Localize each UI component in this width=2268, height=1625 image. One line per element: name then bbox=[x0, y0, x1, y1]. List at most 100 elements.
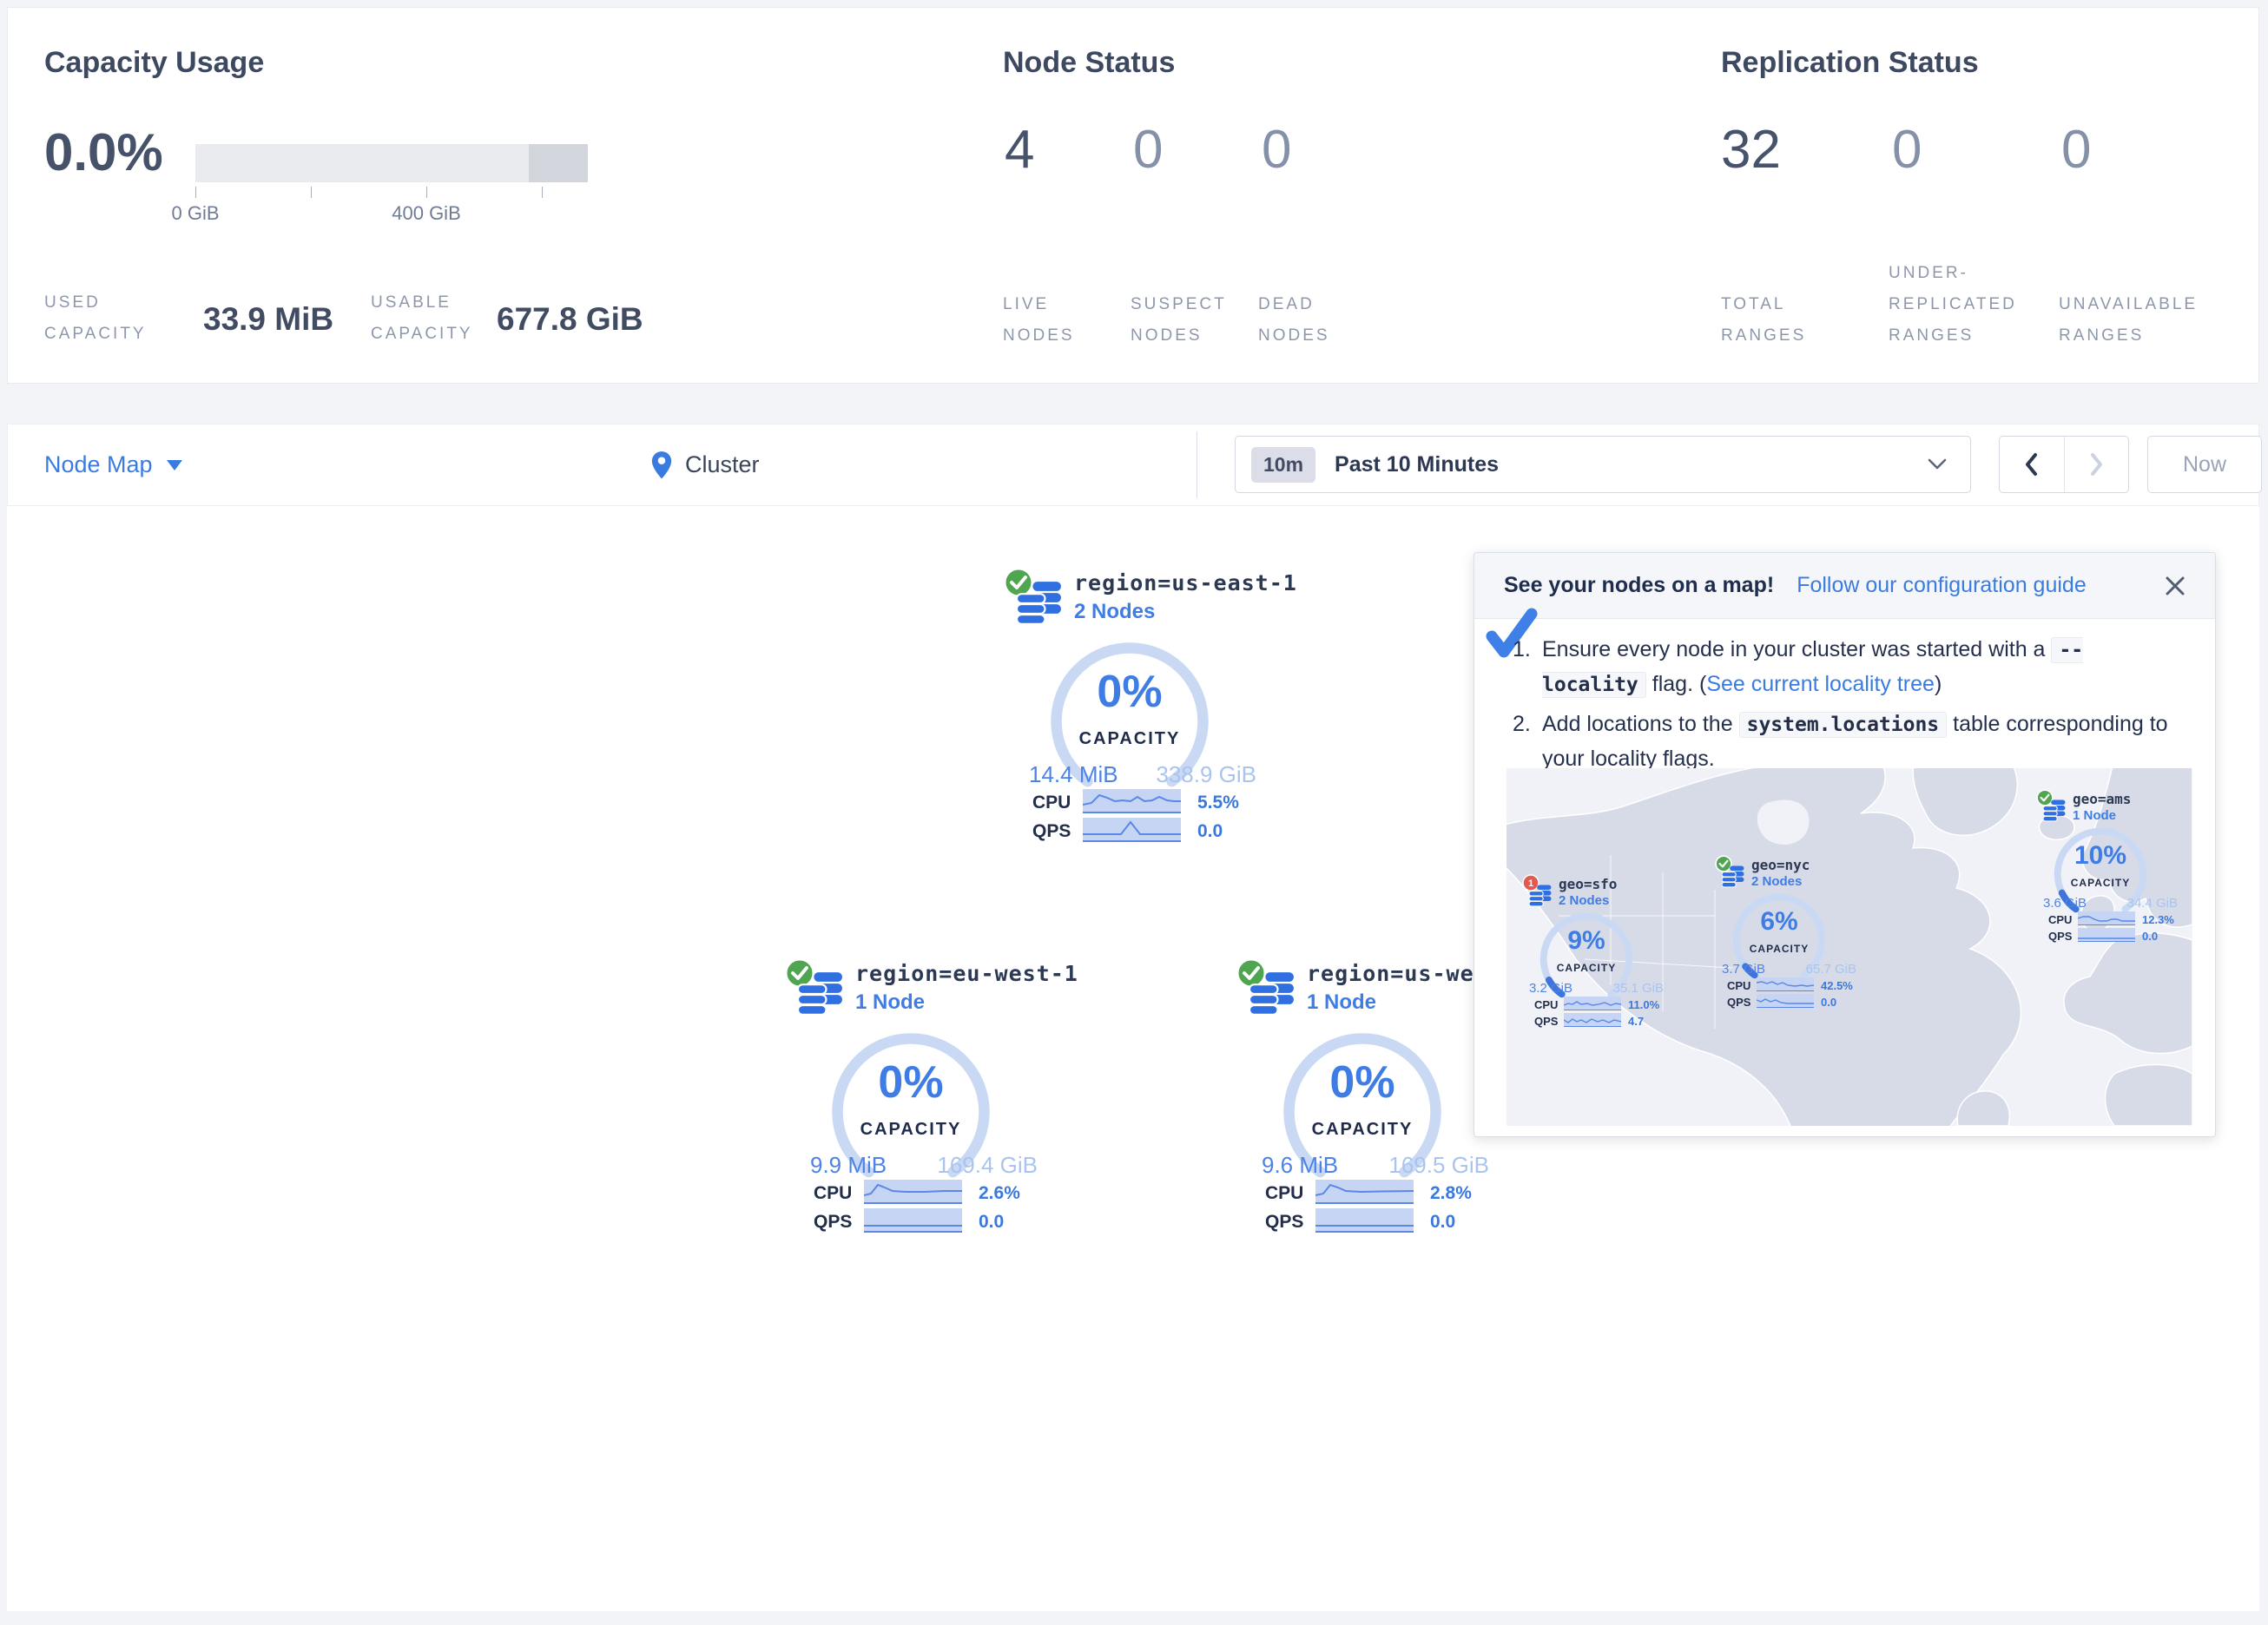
system-locations-code: system.locations bbox=[1739, 712, 1948, 738]
capacity-label: CAPACITY bbox=[1279, 1120, 1446, 1140]
live-nodes-label: LIVE NODES bbox=[1003, 289, 1075, 352]
setup-step-2: 2. Add locations to thesystem.locationst… bbox=[1513, 707, 2190, 776]
step-forward-button[interactable] bbox=[2065, 437, 2129, 492]
setup-step-1: 1. Ensure every node in your cluster was… bbox=[1513, 633, 2190, 702]
capacity-usage-bar bbox=[195, 144, 588, 182]
cpu-sparkline bbox=[1315, 1180, 1414, 1204]
chevron-left-icon bbox=[2022, 451, 2041, 477]
locality-geo-ams[interactable]: geo=ams 1 Node 10% CAPACITY 3.6 GiB 34.4… bbox=[2036, 787, 2188, 948]
capacity-usage-title: Capacity Usage bbox=[44, 46, 264, 80]
locality-tree-link[interactable]: See current locality tree bbox=[1706, 672, 1935, 696]
capacity-percent: 9% bbox=[1538, 926, 1635, 956]
total-ranges-label: TOTAL RANGES bbox=[1721, 289, 1806, 352]
used-capacity: 9.6 MiB bbox=[1262, 1152, 1338, 1179]
capacity-percent: 0.0% bbox=[44, 122, 163, 182]
total-capacity: 65.7 GiB bbox=[1780, 962, 1856, 977]
locality-nodes-link[interactable]: 1 Node bbox=[2073, 808, 2116, 823]
locality-geo-sfo[interactable]: 1 geo=sfo 2 Nodes 9% CAPACITY 3.2 GiB 35… bbox=[1522, 872, 1674, 1033]
used-capacity: 9.9 MiB bbox=[810, 1152, 887, 1179]
used-capacity-value: 33.9 MiB bbox=[203, 301, 333, 338]
time-range-label: Past 10 Minutes bbox=[1335, 452, 1499, 477]
cpu-label: CPU bbox=[1032, 793, 1071, 813]
qps-label: QPS bbox=[2048, 930, 2072, 943]
axis-tick bbox=[426, 187, 427, 198]
bottom-strip bbox=[0, 1611, 2268, 1625]
now-button[interactable]: Now bbox=[2147, 436, 2262, 493]
setup-steps: 1. Ensure every node in your cluster was… bbox=[1513, 633, 2190, 781]
used-capacity-label: USED CAPACITY bbox=[44, 287, 147, 350]
time-step-arrows bbox=[1999, 436, 2129, 493]
qps-sparkline bbox=[864, 1208, 962, 1233]
used-capacity: 3.6 GiB bbox=[2043, 896, 2087, 911]
usable-capacity-value: 677.8 GiB bbox=[497, 301, 643, 338]
breadcrumb-label: Cluster bbox=[685, 451, 760, 478]
region-name: region=us-east-1 bbox=[1074, 570, 1297, 595]
axis-tick bbox=[542, 187, 543, 198]
capacity-percent: 0% bbox=[827, 1056, 994, 1109]
database-stack-icon bbox=[1722, 865, 1744, 888]
view-selector-dropdown[interactable]: Node Map bbox=[44, 424, 182, 505]
node-status-title: Node Status bbox=[1003, 46, 1175, 80]
unavailable-label: UNAVAILABLE RANGES bbox=[2059, 289, 2198, 352]
cpu-sparkline bbox=[2078, 911, 2135, 925]
step-text: Ensure every node in your cluster was st… bbox=[1542, 633, 2190, 702]
chevron-down-icon bbox=[1927, 457, 1948, 471]
capacity-label: CAPACITY bbox=[2052, 877, 2149, 889]
time-range-select[interactable]: 10m Past 10 Minutes bbox=[1235, 436, 1971, 493]
cluster-summary-card: Capacity Usage 0.0% 0 GiB 400 GiB USED C… bbox=[7, 7, 2259, 384]
dead-nodes-label: DEAD NODES bbox=[1258, 289, 1330, 352]
qps-label: QPS bbox=[1727, 996, 1750, 1009]
dead-nodes-count: 0 bbox=[1262, 119, 1291, 181]
qps-sparkline bbox=[1564, 1013, 1621, 1027]
locality-name: geo=ams bbox=[2073, 791, 2131, 807]
capacity-percent: 0% bbox=[1279, 1056, 1446, 1109]
total-capacity: 169.5 GiB bbox=[1357, 1152, 1489, 1179]
node-map-config-popup: See your nodes on a map! Follow our conf… bbox=[1474, 552, 2216, 1137]
region-nodes-link[interactable]: 1 Node bbox=[1307, 990, 1376, 1015]
cpu-value: 2.6% bbox=[979, 1183, 1020, 1204]
breadcrumb[interactable]: Cluster bbox=[650, 424, 760, 505]
axis-tick-label: 0 GiB bbox=[171, 202, 219, 225]
region-nodes-link[interactable]: 1 Node bbox=[855, 990, 925, 1015]
locality-name: geo=nyc bbox=[1751, 857, 1810, 873]
capacity-percent: 6% bbox=[1731, 907, 1828, 937]
qps-label: QPS bbox=[1265, 1212, 1303, 1233]
map-pin-icon bbox=[650, 451, 673, 480]
qps-value: 0.0 bbox=[1430, 1212, 1455, 1233]
time-range-badge: 10m bbox=[1251, 447, 1315, 483]
cpu-label: CPU bbox=[2048, 913, 2072, 926]
suspect-nodes-label: SUSPECT NODES bbox=[1131, 289, 1227, 352]
qps-sparkline bbox=[1315, 1208, 1414, 1233]
suspect-nodes-count: 0 bbox=[1133, 119, 1163, 181]
region-us-east-1[interactable]: region=us-east-1 2 Nodes 0% CAPACITY 14.… bbox=[1003, 560, 1263, 855]
step-text-part: Ensure every node in your cluster was st… bbox=[1542, 637, 2045, 661]
unavailable-count: 0 bbox=[2061, 119, 2091, 181]
database-stack-icon bbox=[1017, 581, 1062, 626]
region-nodes-link[interactable]: 2 Nodes bbox=[1074, 600, 1155, 624]
locality-name: geo=sfo bbox=[1559, 876, 1617, 892]
step-back-button[interactable] bbox=[2000, 437, 2065, 492]
chevron-right-icon bbox=[2087, 451, 2106, 477]
step-text-part: flag. ( bbox=[1652, 672, 1707, 696]
close-icon[interactable] bbox=[2163, 574, 2187, 598]
qps-value: 0.0 bbox=[1821, 996, 1836, 1009]
cpu-label: CPU bbox=[1534, 998, 1558, 1011]
usable-capacity-label: USABLE CAPACITY bbox=[371, 287, 473, 350]
locality-nodes-link[interactable]: 2 Nodes bbox=[1559, 893, 1609, 908]
step-text-part: ) bbox=[1935, 672, 1942, 696]
configuration-guide-link[interactable]: Follow our configuration guide bbox=[1797, 573, 2087, 598]
under-replicated-label: UNDER- REPLICATED RANGES bbox=[1889, 258, 2017, 352]
cpu-sparkline bbox=[1757, 977, 1814, 991]
qps-label: QPS bbox=[814, 1212, 852, 1233]
region-us-west-1[interactable]: region=us-west-1 1 Node 0% CAPACITY 9.6 … bbox=[1236, 951, 1496, 1246]
region-eu-west-1[interactable]: region=eu-west-1 1 Node 0% CAPACITY 9.9 … bbox=[784, 951, 1045, 1246]
locality-nodes-link[interactable]: 2 Nodes bbox=[1751, 874, 1802, 889]
region-name: region=eu-west-1 bbox=[855, 961, 1078, 986]
total-capacity: 34.4 GiB bbox=[2101, 896, 2178, 911]
qps-label: QPS bbox=[1032, 821, 1071, 842]
example-world-map: 1 geo=sfo 2 Nodes 9% CAPACITY 3.2 GiB 35… bbox=[1507, 768, 2192, 1126]
locality-geo-nyc[interactable]: geo=nyc 2 Nodes 6% CAPACITY 3.7 GiB 65.7… bbox=[1715, 853, 1867, 1014]
total-capacity: 169.4 GiB bbox=[906, 1152, 1038, 1179]
capacity-reserved-segment bbox=[529, 144, 588, 182]
qps-sparkline bbox=[1083, 818, 1181, 842]
